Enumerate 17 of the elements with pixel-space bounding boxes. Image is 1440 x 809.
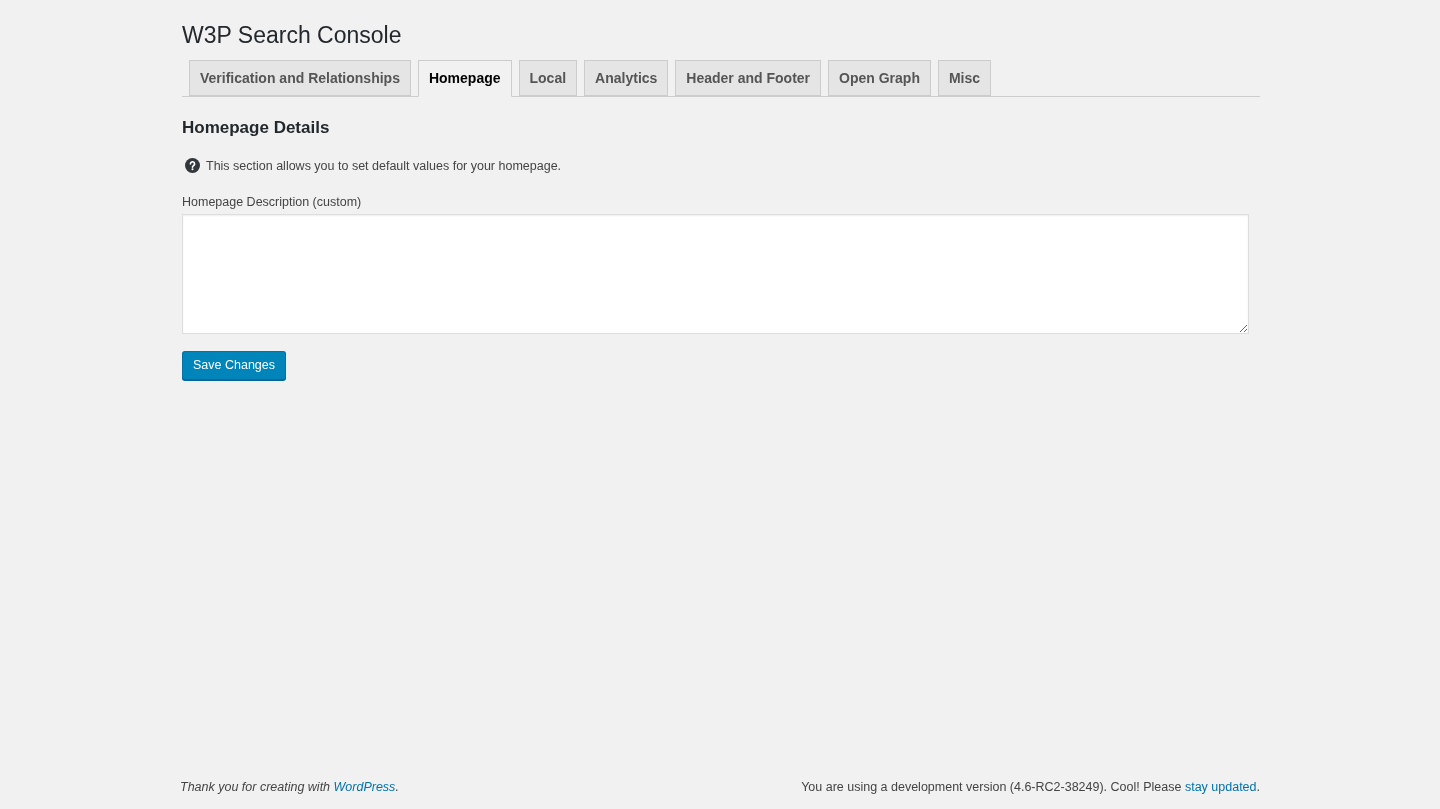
tab[interactable]: Local	[518, 60, 578, 96]
tab[interactable]: Misc	[937, 60, 992, 96]
page-title: W3P Search Console	[182, 21, 402, 50]
version-notice: You are using a development version (4.6-RC2-38249). Cool! Please stay updated.	[801, 779, 1260, 797]
tab[interactable]: Header and Footer	[675, 60, 822, 96]
tab[interactable]: Open Graph	[828, 60, 931, 96]
update-link[interactable]: stay updated	[1184, 780, 1257, 795]
tab[interactable]: Verification and Relationships	[189, 60, 411, 96]
tab[interactable]: Homepage	[417, 60, 512, 97]
help-icon	[185, 158, 200, 174]
footer-thanks: Thank you for creating with WordPress.	[180, 779, 399, 797]
tab[interactable]: Analytics	[584, 60, 669, 96]
field-label: Homepage Description (custom)	[182, 194, 362, 212]
save-button[interactable]: Save Changes	[182, 351, 286, 380]
description-field[interactable]	[182, 214, 1249, 334]
section-heading: Homepage Details	[182, 117, 330, 139]
help-text: This section allows you to set default values for your homepage.	[206, 157, 562, 175]
